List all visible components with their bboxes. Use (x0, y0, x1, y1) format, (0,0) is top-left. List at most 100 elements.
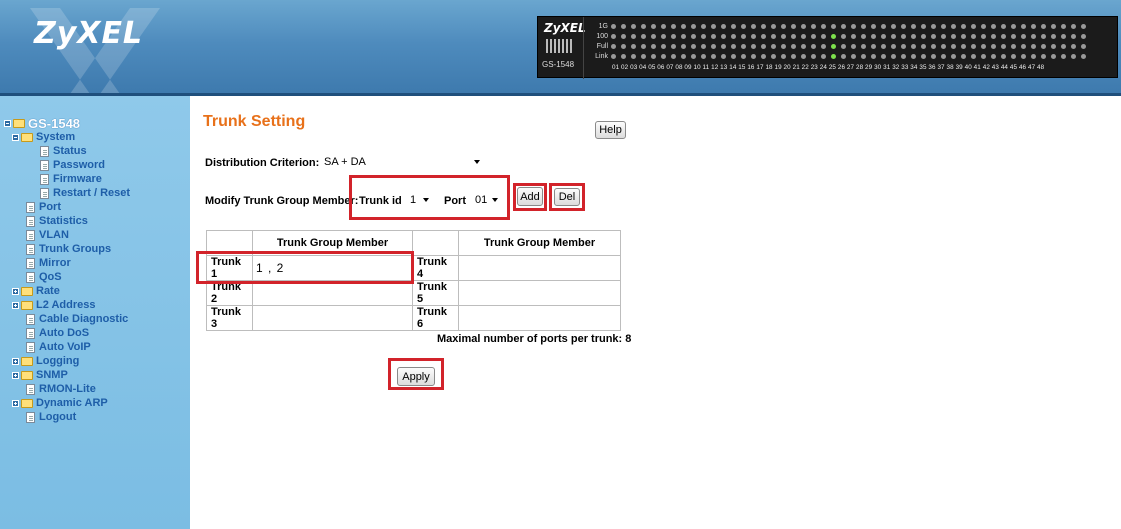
trunk-members (458, 255, 621, 281)
port-led-icon (851, 43, 856, 49)
sidebar-item-rmon-lite[interactable]: RMON-Lite (26, 382, 96, 396)
sidebar-item-cable-diagnostic[interactable]: Cable Diagnostic (26, 312, 128, 326)
sidebar-item-logging[interactable]: Logging (12, 354, 79, 368)
port-led-icon (861, 33, 866, 39)
trunk-label: Trunk 5 (412, 280, 459, 306)
sidebar-item-logout[interactable]: Logout (26, 410, 76, 424)
expand-icon[interactable] (12, 287, 19, 295)
add-button[interactable]: Add (517, 187, 543, 206)
sidebar-item-label: Mirror (39, 257, 71, 269)
port-led-icon (651, 43, 656, 49)
sidebar-item-firmware[interactable]: Firmware (40, 172, 102, 186)
port-led-icon (881, 23, 886, 29)
port-led-icon (781, 53, 786, 59)
sidebar-item-label: Restart / Reset (53, 187, 131, 199)
device-vent-icon (546, 39, 574, 53)
led-row-1g: 1G (590, 22, 1091, 30)
sidebar-item-dynamic-arp[interactable]: Dynamic ARP (12, 396, 108, 410)
sidebar-item-snmp[interactable]: SNMP (12, 368, 68, 382)
port-led-icon (931, 33, 936, 39)
collapse-icon[interactable] (4, 119, 11, 127)
port-led-icon (621, 23, 626, 29)
sidebar-item-l2-address[interactable]: L2 Address (12, 298, 96, 312)
sidebar-item-auto-dos[interactable]: Auto DoS (26, 326, 89, 340)
port-led-icon (901, 43, 906, 49)
port-led-icon (731, 33, 736, 39)
port-select[interactable]: 01 (470, 191, 502, 208)
port-led-icon (851, 53, 856, 59)
sidebar-nav: GS-1548 System Status Password Firmware … (0, 96, 190, 529)
port-led-icon (701, 43, 706, 49)
port-led-icon (771, 33, 776, 39)
port-led-icon (711, 23, 716, 29)
port-led-icon (1001, 33, 1006, 39)
trunk-label: Trunk 4 (412, 255, 459, 281)
port-led-icon (721, 53, 726, 59)
port-led-icon (791, 23, 796, 29)
expand-icon[interactable] (12, 371, 19, 379)
port-led-icon (941, 43, 946, 49)
folder-icon (21, 398, 33, 408)
table-row: Trunk 3 Trunk 6 (206, 305, 621, 331)
sidebar-item-label: SNMP (36, 369, 68, 381)
port-led-icon (751, 53, 756, 59)
tree-root[interactable]: GS-1548 (4, 116, 80, 131)
port-led-icon (751, 43, 756, 49)
collapse-icon[interactable] (12, 133, 19, 141)
port-led-icon (671, 33, 676, 39)
sidebar-item-label: Auto DoS (39, 327, 90, 339)
port-led-icon (611, 23, 616, 29)
sidebar-item-vlan[interactable]: VLAN (26, 228, 69, 242)
port-led-icon (871, 43, 876, 49)
page-icon (26, 229, 35, 241)
del-button[interactable]: Del (554, 188, 580, 206)
page-icon (26, 313, 35, 325)
expand-icon[interactable] (12, 399, 19, 407)
page-icon (26, 215, 35, 227)
port-led-icon (791, 43, 796, 49)
sidebar-item-password[interactable]: Password (40, 158, 105, 172)
port-led-icon (821, 53, 826, 59)
sidebar-item-label: Logout (39, 411, 77, 423)
sidebar-item-trunk-groups[interactable]: Trunk Groups (26, 242, 111, 256)
port-led-icon (1031, 43, 1036, 49)
sidebar-item-system[interactable]: System (12, 130, 75, 144)
port-led-icon (1021, 53, 1026, 59)
sidebar-item-restart-reset[interactable]: Restart / Reset (40, 186, 130, 200)
port-led-icon (691, 53, 696, 59)
apply-button[interactable]: Apply (397, 367, 435, 386)
sidebar-item-status[interactable]: Status (40, 144, 87, 158)
port-led-icon (961, 43, 966, 49)
sidebar-item-rate[interactable]: Rate (12, 284, 60, 298)
led-row-label: 1G (598, 22, 608, 30)
page-icon (26, 243, 35, 255)
sidebar-item-label: Rate (36, 285, 60, 297)
port-led-icon (821, 43, 826, 49)
led-row-full: Full (590, 42, 1091, 50)
trunk-label: Trunk 2 (206, 280, 253, 306)
port-led-icon (681, 33, 686, 39)
sidebar-item-qos[interactable]: QoS (26, 270, 62, 284)
port-led-icon (651, 53, 656, 59)
sidebar-item-auto-voip[interactable]: Auto VoIP (26, 340, 91, 354)
port-led-icon (961, 23, 966, 29)
expand-icon[interactable] (12, 301, 19, 309)
port-led-icon (871, 53, 876, 59)
port-led-icon (691, 43, 696, 49)
distribution-select[interactable]: SA + DA (319, 153, 484, 170)
sidebar-item-mirror[interactable]: Mirror (26, 256, 71, 270)
port-led-icon (1001, 53, 1006, 59)
port-led-icon (761, 53, 766, 59)
port-led-icon (1051, 23, 1056, 29)
port-led-icon (671, 53, 676, 59)
sidebar-item-statistics[interactable]: Statistics (26, 214, 88, 228)
port-led-icon (741, 53, 746, 59)
port-led-icon (811, 33, 816, 39)
led-row-label: 100 (596, 32, 608, 40)
expand-icon[interactable] (12, 357, 19, 365)
help-button[interactable]: Help (595, 121, 626, 139)
port-led-icon (961, 53, 966, 59)
port-led-icon (611, 33, 616, 39)
trunk-id-select[interactable]: 1 (405, 191, 433, 208)
sidebar-item-port[interactable]: Port (26, 200, 61, 214)
